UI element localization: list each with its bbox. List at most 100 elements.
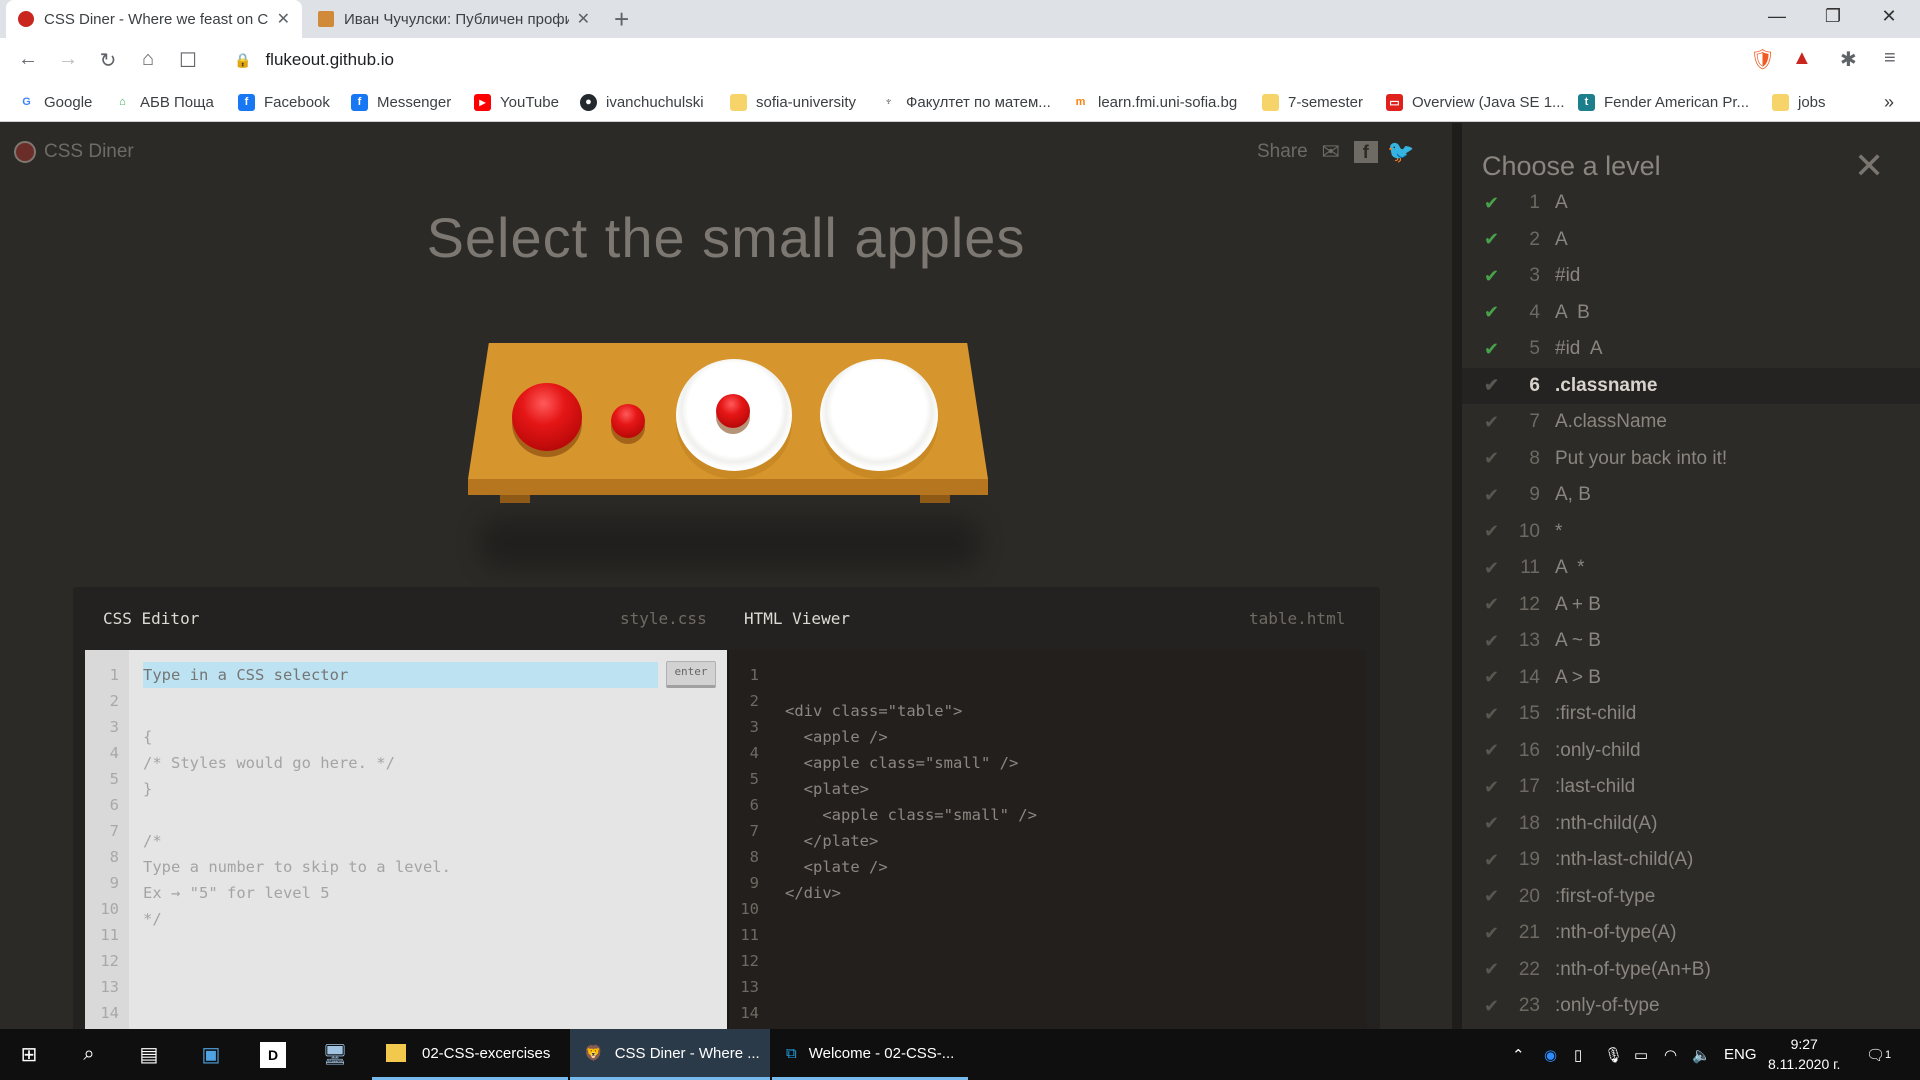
back-button[interactable]: ← [16, 48, 40, 71]
tablet-icon[interactable]: ▯ [1574, 1029, 1582, 1080]
folder-icon [1262, 93, 1279, 111]
table-leg [500, 495, 530, 503]
battery-icon[interactable]: ▭ [1634, 1029, 1648, 1080]
bookmark-github[interactable]: ● ivanchuchulski [580, 82, 704, 122]
brave-shields-icon[interactable]: 🛡 [1750, 47, 1775, 72]
volume-icon[interactable]: 🔈 [1692, 1029, 1711, 1080]
language-indicator[interactable]: ENG [1724, 1029, 1757, 1080]
notification-center-icon[interactable]: 🗨 1 [1866, 1029, 1891, 1080]
bookmark-label: sofia-university [756, 93, 857, 111]
level-item[interactable]: ✔ 8 Put your back into it! [1462, 441, 1920, 478]
home-button[interactable]: ⌂ [136, 48, 160, 71]
close-tab-icon[interactable]: ✕ [277, 9, 290, 29]
level-item[interactable]: ✔ 11 A * [1462, 550, 1920, 587]
level-item[interactable]: ✔ 15:first-child [1462, 696, 1920, 733]
address-bar[interactable]: 🔒 flukeout.github.io [222, 42, 1740, 78]
check-icon: ✔ [1484, 338, 1500, 359]
brave-icon: 🦁 [584, 1045, 603, 1062]
bookmark-youtube[interactable]: ▶ YouTube [474, 82, 559, 122]
level-item[interactable]: ✔ 2 A [1462, 222, 1920, 259]
menu-icon[interactable]: ≡ [1884, 47, 1896, 70]
bookmark-jobs[interactable]: jobs [1772, 82, 1826, 122]
bookmark-facebook[interactable]: f Facebook [238, 82, 330, 122]
css-line-numbers: 1 2 3 4 5 6 7 8 9 10 11 12 13 14 [85, 650, 129, 1030]
brave-rewards-icon[interactable]: ▲ [1792, 47, 1812, 70]
task-view-icon: ▤ [139, 1044, 159, 1066]
tab-profile[interactable]: Иван Чучулски: Публичен профил ✕ [306, 0, 602, 38]
twitter-icon[interactable]: 🐦 [1387, 139, 1414, 164]
css-editor: 1 2 3 4 5 6 7 8 9 10 11 12 13 14 {/* Styles would go … [85, 650, 727, 1030]
level-item[interactable]: ✔ 18:nth-child(A) [1462, 806, 1920, 843]
level-item[interactable]: ✔ 4 A B [1462, 295, 1920, 332]
google-icon: G [18, 93, 35, 111]
level-item[interactable]: ✔ 23:only-of-type [1462, 988, 1920, 1025]
bookmark-java-se[interactable]: ▭ Overview (Java SE 1... [1386, 82, 1565, 122]
level-item[interactable]: ✔ 3 #id [1462, 258, 1920, 295]
apple-small[interactable] [611, 404, 645, 438]
taskbar-pinned-app[interactable]: D [260, 1029, 300, 1080]
level-item[interactable]: ✔ 22:nth-of-type(An+B) [1462, 952, 1920, 989]
bookmark-label: Messenger [377, 93, 452, 111]
level-item[interactable]: ✔ 14 A > B [1462, 660, 1920, 697]
bookmark-learn-fmi[interactable]: m learn.fmi.uni-sofia.bg [1072, 82, 1237, 122]
bookmarks-overflow-button[interactable]: » [1884, 82, 1894, 122]
bookmark-icon[interactable]: ☐ [176, 48, 200, 73]
level-item-active[interactable]: ✔ 6 .classname [1462, 367, 1920, 404]
level-item[interactable]: ✔ 7 A.className [1462, 404, 1920, 441]
forward-button[interactable]: → [56, 48, 80, 71]
brand[interactable]: CSS Diner [14, 141, 134, 163]
check-icon: ✔ [1484, 667, 1500, 688]
tray-chevron-icon[interactable]: ⌃ [1512, 1029, 1525, 1080]
bookmark-messenger[interactable]: f Messenger [351, 82, 451, 122]
bookmark-7-semester[interactable]: 7-semester [1262, 82, 1363, 122]
restore-button[interactable]: ❐ [1810, 6, 1856, 27]
taskbar-app-brave[interactable]: 🦁 CSS Diner - Where ... [570, 1029, 770, 1080]
level-item[interactable]: ✔ 9 A, B [1462, 477, 1920, 514]
email-icon[interactable]: ✉ [1318, 139, 1344, 164]
minimize-button[interactable]: — [1754, 6, 1800, 27]
close-window-button[interactable]: ✕ [1866, 6, 1912, 27]
level-item[interactable]: ✔ 20:first-of-type [1462, 879, 1920, 916]
level-item[interactable]: ✔ 16:only-child [1462, 733, 1920, 770]
plate[interactable] [820, 359, 938, 471]
check-icon: ✔ [1484, 411, 1500, 432]
zoom-icon[interactable]: ◉ [1544, 1029, 1557, 1080]
level-item[interactable]: ✔ 21:nth-of-type(A) [1462, 915, 1920, 952]
level-item[interactable]: ✔ 13 A ~ B [1462, 623, 1920, 660]
taskbar-pinned-app[interactable]: ▣ [198, 1029, 238, 1080]
clock[interactable]: 9:27 8.11.2020 г. [1768, 1034, 1840, 1074]
microphone-icon[interactable]: 🎙 [1604, 1029, 1623, 1080]
level-item[interactable]: ✔ 17:last-child [1462, 769, 1920, 806]
extensions-icon[interactable]: ✱ [1840, 47, 1857, 72]
reload-button[interactable]: ↻ [96, 48, 120, 73]
level-item[interactable]: ✔ 19:nth-last-child(A) [1462, 842, 1920, 879]
bookmark-sofia-university[interactable]: sofia-university [730, 82, 856, 122]
bookmark-label: Overview (Java SE 1... [1412, 93, 1565, 111]
taskbar-app-label: Welcome - 02-CSS-... [808, 1044, 955, 1062]
level-item[interactable]: ✔ 10 * [1462, 514, 1920, 551]
css-selector-input[interactable] [143, 662, 658, 688]
apple[interactable] [512, 383, 582, 451]
taskbar-app-vscode[interactable]: ⧉ Welcome - 02-CSS-... [772, 1029, 968, 1080]
task-view-button[interactable]: ▤ [136, 1029, 176, 1080]
windows-icon: ⊞ [20, 1044, 38, 1066]
taskbar-app-explorer[interactable]: 02-CSS-excercises [372, 1029, 568, 1080]
level-item[interactable]: ✔ 5 #id A [1462, 331, 1920, 368]
start-button[interactable]: ⊞ [16, 1029, 56, 1080]
new-tab-button[interactable]: + [614, 4, 629, 35]
wifi-icon[interactable]: ◠ [1664, 1029, 1677, 1080]
close-tab-icon[interactable]: ✕ [577, 9, 590, 29]
bookmark-fender[interactable]: t Fender American Pr... [1578, 82, 1749, 122]
bookmark-abv[interactable]: ⌂ АБВ Поща [114, 82, 214, 122]
search-button[interactable]: ⌕ [76, 1029, 116, 1080]
facebook-icon[interactable]: f [1353, 141, 1378, 163]
bookmark-google[interactable]: G Google [18, 82, 92, 122]
level-item[interactable]: ✔ 1 A [1462, 185, 1920, 222]
close-sidebar-button[interactable]: ✕ [1854, 145, 1884, 187]
level-item[interactable]: ✔ 12 A + B [1462, 587, 1920, 624]
bookmark-fmi[interactable]: ♆ Факултет по матем... [880, 82, 1051, 122]
enter-button[interactable]: enter [666, 661, 716, 688]
taskbar-pinned-app[interactable]: 🖥 [322, 1029, 362, 1080]
apple-small[interactable] [716, 394, 750, 428]
tab-css-diner[interactable]: CSS Diner - Where we feast on CSS ✕ [6, 0, 302, 38]
